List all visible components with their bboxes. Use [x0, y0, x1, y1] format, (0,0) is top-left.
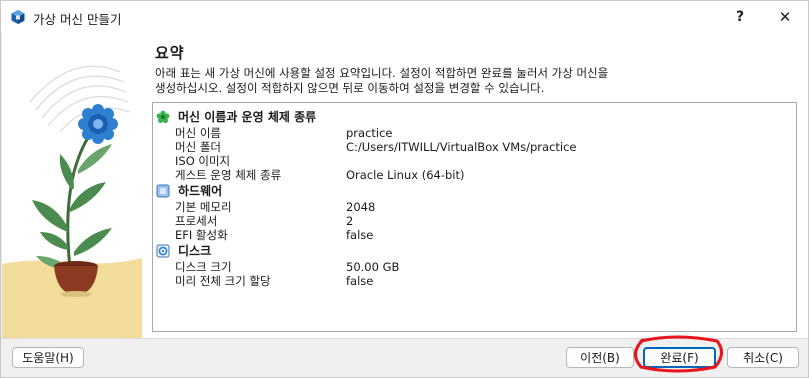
row-value: false [346, 228, 374, 242]
blue-flower [78, 104, 118, 144]
disk-icon [156, 244, 170, 258]
window-title: 가상 머신 만들기 [33, 12, 122, 27]
back-button[interactable]: 이전(B) [566, 347, 634, 368]
wizard-illustration [2, 32, 142, 338]
row-key: 머신 이름 [175, 126, 221, 140]
row-value: practice [346, 126, 393, 140]
section-title: 머신 이름과 운영 체제 종류 [178, 110, 317, 124]
row-value: 2 [346, 214, 354, 228]
summary-table[interactable]: 머신 이름과 운영 체제 종류 머신 이름 practice 머신 폴더 C:/… [152, 102, 797, 332]
create-vm-dialog: 가상 머신 만들기 ? ✕ 요약 아래 표는 새 가상 머신에 사용할 설정 요… [0, 0, 809, 378]
title-bar: 가상 머신 만들기 ? ✕ [1, 1, 808, 32]
green-star-icon [156, 110, 170, 123]
row-value: false [346, 274, 374, 288]
section-title: 하드웨어 [178, 184, 223, 198]
description-line-1: 아래 표는 새 가상 머신에 사용할 설정 요약입니다. 설정이 적합하면 완료… [155, 66, 609, 80]
row-value: 2048 [346, 200, 376, 214]
row-value: 50.00 GB [346, 260, 400, 274]
help-title-button[interactable]: ? [718, 1, 762, 32]
row-key: 머신 폴더 [175, 140, 221, 154]
help-button[interactable]: 도움말(H) [12, 347, 84, 368]
row-value: C:/Users/ITWILL/VirtualBox VMs/practice [346, 140, 577, 154]
row-key: 게스트 운영 체제 종류 [175, 168, 282, 182]
row-key: EFI 활성화 [175, 228, 228, 242]
close-icon: ✕ [778, 7, 792, 26]
row-key: 미리 전체 크기 할당 [175, 274, 271, 288]
row-key: ISO 이미지 [175, 154, 231, 168]
button-bar: 도움말(H) 이전(B) 완료(F) 취소(C) [1, 338, 808, 377]
row-value: Oracle Linux (64-bit) [346, 168, 465, 182]
page-title: 요약 [155, 44, 185, 62]
row-key: 기본 메모리 [175, 200, 232, 214]
chip-icon [156, 184, 170, 198]
cancel-button[interactable]: 취소(C) [727, 347, 799, 368]
close-button[interactable]: ✕ [763, 1, 807, 32]
row-key: 프로세서 [175, 214, 218, 228]
question-icon: ? [735, 8, 745, 25]
summary-page: 요약 아래 표는 새 가상 머신에 사용할 설정 요약입니다. 설정이 적합하면… [142, 32, 808, 338]
virtualbox-icon [11, 10, 25, 24]
finish-button[interactable]: 완료(F) [643, 347, 716, 368]
section-title: 디스크 [178, 244, 212, 258]
description-line-2: 생성하십시오. 설정이 적합하지 않으면 뒤로 이동하여 설정을 변경할 수 있… [155, 80, 545, 95]
row-key: 디스크 크기 [175, 260, 232, 274]
plant-illustration [2, 32, 142, 338]
page-description: 아래 표는 새 가상 머신에 사용할 설정 요약입니다. 설정이 적합하면 완료… [155, 66, 795, 95]
